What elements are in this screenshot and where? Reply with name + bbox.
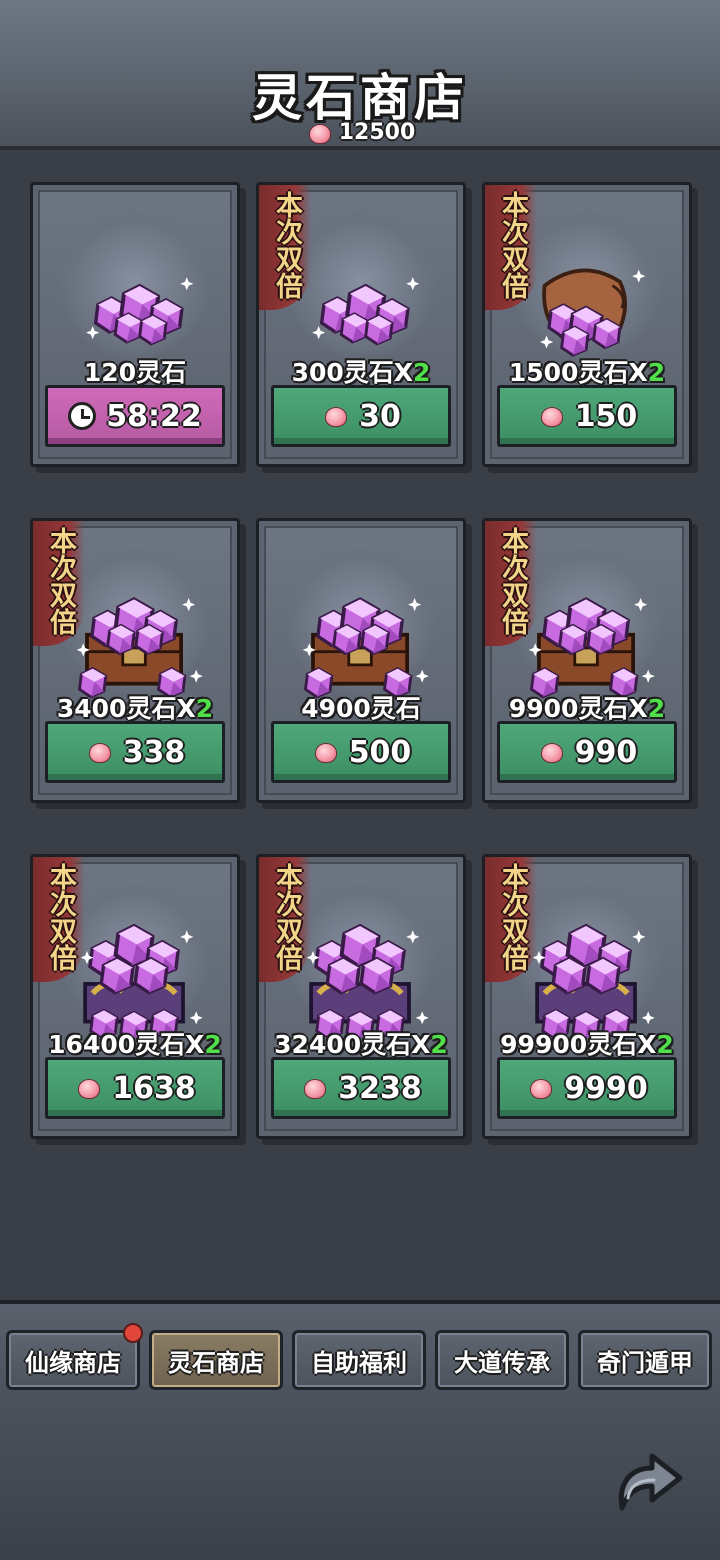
item-amount: 3400灵石X2 (33, 689, 237, 725)
item-amount: 99900灵石X2 (485, 1025, 689, 1061)
tab-5[interactable]: 奇门遁甲 (578, 1330, 712, 1390)
tab-2[interactable]: 灵石商店 (149, 1330, 283, 1390)
double-badge: 本次双倍 (485, 185, 537, 310)
item-amount: 4900灵石 (259, 689, 463, 725)
buy-button[interactable]: 1638 (45, 1057, 225, 1119)
item-multiplier: 2 (430, 1030, 448, 1059)
double-badge: 本次双倍 (33, 521, 85, 646)
tab-3[interactable]: 自助福利 (292, 1330, 426, 1390)
peach-icon (84, 741, 115, 763)
tab-label: 奇门遁甲 (597, 1348, 693, 1377)
item-amount-text: 99900灵石X (500, 1030, 657, 1059)
item-amount-text: 32400灵石X (274, 1030, 431, 1059)
double-badge: 本次双倍 (485, 857, 537, 982)
item-amount-text: 300灵石X (291, 358, 414, 387)
double-badge: 本次双倍 (259, 185, 311, 310)
peach-icon (321, 405, 352, 427)
buy-button[interactable]: 3238 (271, 1057, 451, 1119)
peach-icon (74, 1077, 105, 1099)
peach-icon (300, 1077, 331, 1099)
double-badge: 本次双倍 (33, 857, 85, 982)
tab-1[interactable]: 仙缘商店 (6, 1323, 143, 1390)
price-text: 150 (574, 398, 638, 434)
tab-label: 仙缘商店 (25, 1348, 121, 1377)
buy-button[interactable]: 990 (497, 721, 677, 783)
shop-item-card[interactable]: 120灵石 58:22 (30, 182, 240, 467)
item-amount-text: 120灵石 (83, 358, 187, 387)
item-amount-text: 4900灵石 (301, 694, 421, 723)
double-badge-text: 本次双倍 (271, 863, 302, 971)
double-badge-text: 本次双倍 (497, 191, 528, 299)
item-amount: 9900灵石X2 (485, 689, 689, 725)
tab-label: 灵石商店 (168, 1348, 264, 1377)
price-text: 30 (359, 398, 401, 434)
item-amount: 32400灵石X2 (259, 1025, 463, 1061)
peach-icon (310, 741, 341, 763)
shop-item-card[interactable]: 本次双倍 3400灵石X2 338 (30, 518, 240, 803)
currency-display: 12500 (0, 120, 720, 145)
shop-item-card[interactable]: 本次双倍 300灵石X2 30 (256, 182, 466, 467)
double-badge-text: 本次双倍 (45, 527, 76, 635)
shop-item-card[interactable]: 本次双倍 32400灵石X2 3238 (256, 854, 466, 1139)
peach-icon (526, 1077, 557, 1099)
shop-item-card[interactable]: 4900灵石 500 (256, 518, 466, 803)
tab-bar: 仙缘商店 灵石商店 自助福利 大道传承 奇门遁甲 (0, 1323, 720, 1394)
tab-4[interactable]: 大道传承 (435, 1330, 569, 1390)
timer-text: 58:22 (106, 398, 202, 434)
item-amount: 120灵石 (33, 353, 237, 389)
tab-label: 自助福利 (311, 1348, 407, 1377)
item-multiplier: 2 (647, 694, 666, 723)
currency-amount: 12500 (338, 120, 416, 145)
buy-button[interactable]: 9990 (497, 1057, 677, 1119)
shop-item-card[interactable]: 本次双倍 1500灵石X2 150 (482, 182, 692, 467)
price-text: 9990 (564, 1070, 648, 1106)
peach-icon (536, 405, 567, 427)
item-amount-text: 9900灵石X (508, 694, 648, 723)
gem-pile-icon (86, 277, 194, 346)
tab-label: 大道传承 (454, 1348, 550, 1377)
price-text: 500 (348, 734, 412, 770)
clock-icon (68, 402, 97, 430)
price-text: 3238 (338, 1070, 422, 1106)
item-amount-text: 16400灵石X (48, 1030, 205, 1059)
shop-item-card[interactable]: 本次双倍 99900灵石X2 9990 (482, 854, 692, 1139)
item-amount-text: 3400灵石X (56, 694, 196, 723)
notification-dot (123, 1323, 143, 1343)
double-badge-text: 本次双倍 (497, 527, 528, 635)
price-text: 990 (574, 734, 638, 770)
buy-button[interactable]: 30 (271, 385, 451, 447)
double-badge: 本次双倍 (485, 521, 537, 646)
peach-icon (536, 741, 567, 763)
back-arrow-icon[interactable] (604, 1438, 688, 1522)
timer-button[interactable]: 58:22 (45, 385, 225, 447)
item-multiplier: 2 (647, 358, 666, 387)
buy-button[interactable]: 150 (497, 385, 677, 447)
shop-item-card[interactable]: 本次双倍 16400灵石X2 1638 (30, 854, 240, 1139)
item-multiplier: 2 (204, 1030, 222, 1059)
item-multiplier: 2 (656, 1030, 674, 1059)
gem-crate-icon (302, 597, 429, 699)
item-amount-text: 1500灵石X (508, 358, 648, 387)
item-amount: 1500灵石X2 (485, 353, 689, 389)
double-badge-text: 本次双倍 (45, 863, 76, 971)
buy-button[interactable]: 338 (45, 721, 225, 783)
item-multiplier: 2 (195, 694, 214, 723)
double-badge-text: 本次双倍 (497, 863, 528, 971)
peach-icon (304, 122, 335, 144)
item-amount: 16400灵石X2 (33, 1025, 237, 1061)
item-amount: 300灵石X2 (259, 353, 463, 389)
price-text: 1638 (112, 1070, 196, 1106)
shop-item-card[interactable]: 本次双倍 9900灵石X2 990 (482, 518, 692, 803)
double-badge: 本次双倍 (259, 857, 311, 982)
double-badge-text: 本次双倍 (271, 191, 302, 299)
buy-button[interactable]: 500 (271, 721, 451, 783)
price-text: 338 (122, 734, 186, 770)
item-multiplier: 2 (413, 358, 431, 387)
